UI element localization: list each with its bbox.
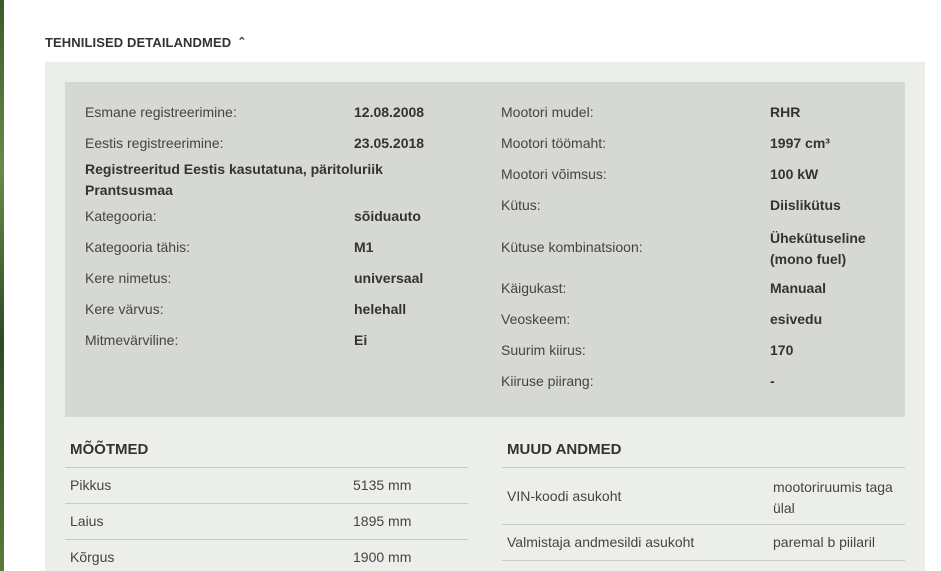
spec-label-fuel-combination: Kütuse kombinatsioon: — [501, 239, 643, 255]
spec-value-gearbox: Manuaal — [770, 280, 827, 296]
spec-value-fuel-combination: Ühekütuseline (mono fuel) — [770, 230, 866, 267]
dimension-value-length: 5135 mm — [353, 477, 412, 493]
spec-value-body-color: helehall — [354, 301, 407, 317]
divider — [502, 560, 905, 561]
spec-label-gearbox: Käigukast: — [501, 280, 567, 296]
spec-label-max-speed: Suurim kiirus: — [501, 342, 586, 358]
spec-label-multicolor: Mitmevärviline: — [85, 332, 179, 348]
spec-label-body-color: Kere värvus: — [85, 301, 164, 317]
spec-value-fuel: Diislikütus — [770, 197, 841, 213]
dimensions-title: MÕÕTMED — [70, 441, 149, 458]
registration-note: Registreeritud Eestis kasutatuna, pärito… — [85, 161, 383, 198]
spec-value-max-speed: 170 — [770, 342, 794, 358]
divider — [65, 467, 468, 468]
spec-value-first-registration: 12.08.2008 — [354, 104, 425, 120]
dimension-label-width: Laius — [70, 513, 104, 529]
spec-value-body-type: universaal — [354, 270, 424, 286]
spec-label-drivetrain: Veoskeem: — [501, 311, 571, 327]
spec-value-speed-limit: - — [770, 373, 775, 389]
spec-label-first-registration: Esmane registreerimine: — [85, 104, 237, 120]
divider — [502, 467, 905, 468]
divider — [502, 524, 905, 525]
divider — [65, 503, 468, 504]
other-label-plate-location: Valmistaja andmesildi asukoht — [507, 534, 695, 550]
spec-value-multicolor: Ei — [354, 332, 368, 348]
spec-value-category-code: M1 — [354, 239, 374, 255]
spec-value-drivetrain: esivedu — [770, 311, 823, 327]
spec-label-engine-model: Mootori mudel: — [501, 104, 594, 120]
dimension-value-width: 1895 mm — [353, 513, 412, 529]
other-label-vin-location: VIN-koodi asukoht — [507, 488, 622, 504]
background-image-strip — [0, 0, 4, 571]
spec-label-body-type: Kere nimetus: — [85, 270, 172, 286]
dimension-label-length: Pikkus — [70, 477, 112, 493]
other-data-title: MUUD ANDMED — [507, 441, 622, 458]
spec-label-engine-power: Mootori võimsus: — [501, 166, 607, 182]
spec-value-category: sõiduauto — [354, 208, 421, 224]
other-value-plate-location: paremal b piilaril — [773, 534, 875, 550]
spec-label-category-code: Kategooria tähis: — [85, 239, 191, 255]
spec-label-engine-displacement: Mootori töömaht: — [501, 135, 607, 151]
section-toggle-header[interactable]: TEHNILISED DETAILANDMED ⌃ — [45, 33, 247, 51]
dimension-label-height: Kõrgus — [70, 549, 115, 565]
spec-label-fuel: Kütus: — [501, 197, 541, 213]
dimension-value-height: 1900 mm — [353, 549, 412, 565]
other-value-vin-location: mootoriruumis taga ülal — [773, 479, 893, 516]
chevron-up-double-icon: ⌃ — [237, 35, 247, 48]
spec-label-category: Kategooria: — [85, 208, 157, 224]
spec-label-speed-limit: Kiiruse piirang: — [501, 373, 594, 389]
spec-label-estonia-registration: Eestis registreerimine: — [85, 135, 224, 151]
spec-value-engine-displacement: 1997 cm³ — [770, 135, 830, 151]
spec-value-estonia-registration: 23.05.2018 — [354, 135, 425, 151]
divider — [65, 539, 468, 540]
spec-value-engine-model: RHR — [770, 104, 801, 120]
section-title: TEHNILISED DETAILANDMED — [45, 34, 232, 50]
spec-value-engine-power: 100 kW — [770, 166, 819, 182]
